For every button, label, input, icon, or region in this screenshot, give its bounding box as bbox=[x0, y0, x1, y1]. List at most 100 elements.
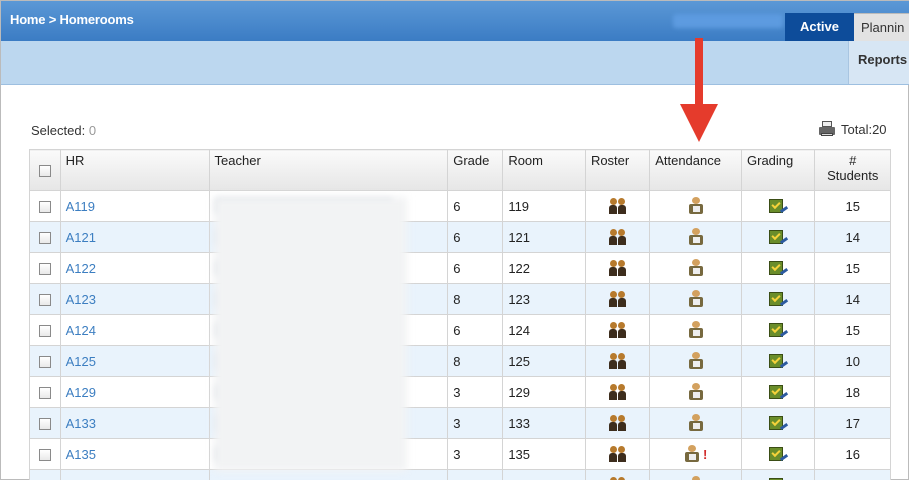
attendance-cell bbox=[649, 345, 743, 377]
roster-people-icon[interactable] bbox=[608, 321, 627, 339]
grading-cell bbox=[741, 252, 816, 284]
column-header-students-label: Students bbox=[827, 168, 879, 183]
roster-people-icon[interactable] bbox=[609, 476, 627, 480]
hr-link[interactable]: A133 bbox=[66, 416, 96, 431]
table-row: A123 8 123 14 bbox=[29, 283, 891, 315]
hr-link[interactable]: A123 bbox=[66, 292, 96, 307]
roster-cell bbox=[584, 376, 651, 408]
row-checkbox[interactable] bbox=[38, 263, 51, 276]
column-header-grade[interactable]: Grade bbox=[447, 149, 504, 191]
gradebook-icon[interactable] bbox=[769, 477, 787, 480]
grading-cell bbox=[741, 283, 816, 315]
hr-link[interactable]: A124 bbox=[66, 323, 96, 338]
grade-cell: 3 bbox=[447, 438, 504, 470]
selected-label: Selected: bbox=[31, 123, 86, 138]
roster-people-icon[interactable] bbox=[608, 445, 627, 463]
gradebook-icon[interactable] bbox=[769, 322, 789, 339]
grade-cell: 8 bbox=[447, 345, 504, 377]
gradebook-icon[interactable] bbox=[769, 446, 789, 463]
tab-active[interactable]: Active bbox=[785, 13, 854, 41]
attendance-clipboard-icon[interactable] bbox=[688, 228, 704, 246]
select-all-checkbox[interactable] bbox=[38, 165, 51, 177]
roster-people-icon[interactable] bbox=[608, 259, 627, 277]
attendance-cell: ! bbox=[649, 438, 743, 470]
gradebook-icon[interactable] bbox=[769, 415, 789, 432]
attendance-alert-icon[interactable]: ! bbox=[703, 447, 707, 462]
hr-cell: A122 bbox=[59, 252, 210, 284]
hr-link[interactable]: A135 bbox=[66, 447, 96, 462]
column-header-room[interactable]: Room bbox=[502, 149, 586, 191]
attendance-cell bbox=[649, 283, 743, 315]
room-cell: 119 bbox=[502, 190, 586, 222]
attendance-cell bbox=[649, 469, 743, 480]
column-header-attendance: Attendance bbox=[649, 149, 743, 191]
roster-people-icon[interactable] bbox=[608, 352, 627, 370]
row-checkbox[interactable] bbox=[38, 418, 51, 431]
students-count-cell: 15 bbox=[814, 314, 891, 346]
column-header-students[interactable]: # Students bbox=[814, 149, 891, 191]
row-select-cell bbox=[29, 407, 61, 439]
gradebook-icon[interactable] bbox=[769, 229, 789, 246]
room-cell: 121 bbox=[502, 221, 586, 253]
attendance-clipboard-icon[interactable] bbox=[688, 476, 704, 480]
hr-link[interactable]: A125 bbox=[66, 354, 96, 369]
hr-link[interactable]: A121 bbox=[66, 230, 96, 245]
room-cell: 136 bbox=[502, 469, 586, 480]
row-checkbox[interactable] bbox=[38, 201, 51, 214]
roster-people-icon[interactable] bbox=[608, 290, 627, 308]
grade-cell: 6 bbox=[447, 221, 504, 253]
row-checkbox[interactable] bbox=[38, 356, 51, 369]
students-count-cell: 15 bbox=[814, 252, 891, 284]
roster-cell bbox=[584, 283, 651, 315]
tab-planning[interactable]: Plannin bbox=[854, 13, 909, 41]
attendance-clipboard-icon[interactable] bbox=[688, 197, 704, 215]
roster-people-icon[interactable] bbox=[608, 414, 627, 432]
row-checkbox[interactable] bbox=[38, 325, 51, 338]
gradebook-icon[interactable] bbox=[769, 384, 789, 401]
row-select-cell bbox=[29, 221, 61, 253]
gradebook-icon[interactable] bbox=[769, 353, 789, 370]
reports-button[interactable]: Reports bbox=[848, 41, 909, 84]
column-header-grading: Grading bbox=[741, 149, 816, 191]
attendance-clipboard-icon[interactable] bbox=[684, 445, 700, 463]
printer-icon[interactable] bbox=[819, 121, 835, 137]
attendance-clipboard-icon[interactable] bbox=[688, 290, 704, 308]
attendance-clipboard-icon[interactable] bbox=[688, 352, 704, 370]
students-count-cell: 14 bbox=[814, 469, 891, 480]
gradebook-icon[interactable] bbox=[769, 260, 789, 277]
breadcrumb-home-link[interactable]: Home bbox=[10, 12, 46, 27]
grade-cell: 3 bbox=[447, 469, 504, 480]
hr-link[interactable]: A129 bbox=[66, 385, 96, 400]
hr-link[interactable]: A122 bbox=[66, 261, 96, 276]
room-cell: 135 bbox=[502, 438, 586, 470]
hr-link[interactable]: A119 bbox=[66, 199, 95, 214]
attendance-clipboard-icon[interactable] bbox=[688, 321, 704, 339]
red-down-arrow-icon bbox=[680, 38, 718, 142]
roster-people-icon[interactable] bbox=[608, 383, 627, 401]
roster-people-icon[interactable] bbox=[608, 228, 627, 246]
attendance-clipboard-icon[interactable] bbox=[688, 259, 704, 277]
attendance-clipboard-icon[interactable] bbox=[688, 383, 704, 401]
roster-cell bbox=[584, 190, 651, 222]
roster-people-icon[interactable] bbox=[608, 197, 627, 215]
grading-cell bbox=[741, 190, 816, 222]
table-row: A119 6 119 15 bbox=[29, 190, 891, 222]
row-select-cell bbox=[29, 345, 61, 377]
column-header-hr[interactable]: HR bbox=[59, 149, 210, 191]
roster-cell bbox=[584, 438, 651, 470]
roster-cell bbox=[584, 221, 651, 253]
gradebook-icon[interactable] bbox=[769, 291, 789, 308]
column-header-roster: Roster bbox=[584, 149, 651, 191]
breadcrumb-separator: > bbox=[45, 12, 60, 27]
row-checkbox[interactable] bbox=[38, 232, 51, 245]
row-checkbox[interactable] bbox=[38, 387, 51, 400]
top-navigation-bar: Home > Homerooms Active Plannin bbox=[1, 1, 909, 41]
grade-cell: 3 bbox=[447, 407, 504, 439]
row-checkbox[interactable] bbox=[38, 294, 51, 307]
attendance-cell bbox=[649, 221, 743, 253]
row-checkbox[interactable] bbox=[38, 449, 51, 462]
attendance-clipboard-icon[interactable] bbox=[688, 414, 704, 432]
column-header-teacher[interactable]: Teacher bbox=[208, 149, 449, 191]
gradebook-icon[interactable] bbox=[769, 198, 789, 215]
students-count-cell: 14 bbox=[814, 221, 891, 253]
